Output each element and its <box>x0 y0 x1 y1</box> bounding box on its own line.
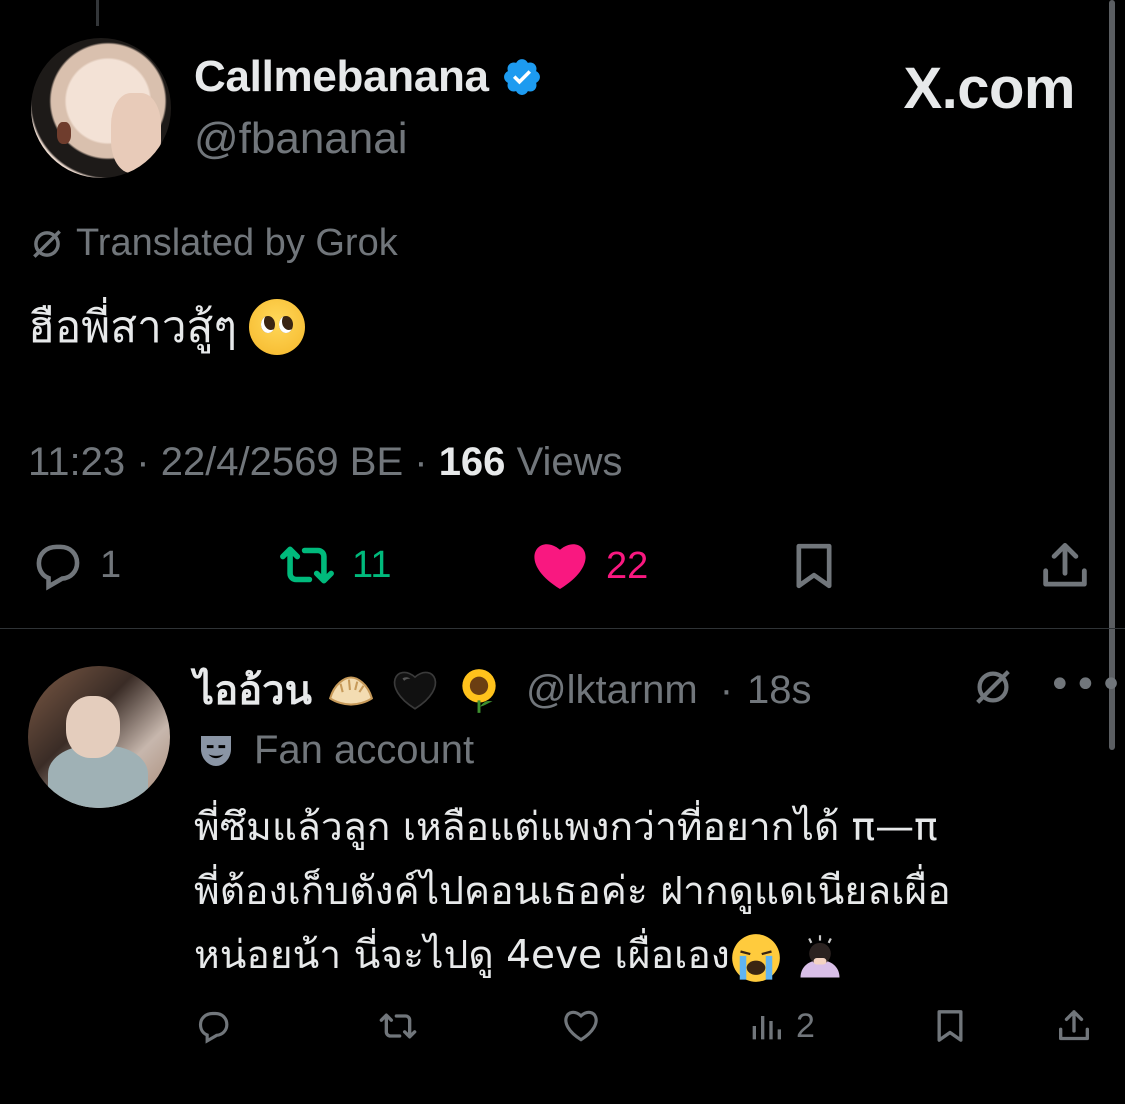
translated-by-grok[interactable]: Translated by Grok <box>28 222 398 265</box>
reply-line-1: พี่ซึมแล้วลูก เหลือแต่แพงกว่าที่อยากได้ … <box>194 805 938 850</box>
avatar-face <box>66 696 120 758</box>
share-icon <box>1059 1010 1089 1041</box>
reply-line-2: พี่ต้องเก็บตังค์ไปคอนเธอค่ะ ฝากดูแดเนียล… <box>194 869 951 914</box>
fan-account-badge: Fan account <box>196 728 474 773</box>
divider <box>0 628 1125 629</box>
reply-line-3: หน่อยน้า นี่จะไปดู 4eve เผื่อเอง <box>194 933 730 978</box>
author-display-name[interactable]: Callmebanana <box>194 52 489 102</box>
retweet-count: 11 <box>352 543 392 586</box>
reply-view-count: 2 <box>796 1006 815 1045</box>
reply-time[interactable]: 18s <box>747 668 812 713</box>
verified-badge-icon <box>503 59 540 95</box>
reply-count: 1 <box>100 543 122 586</box>
like-count: 22 <box>606 544 649 587</box>
bookmark-button[interactable] <box>786 536 842 596</box>
scrollbar[interactable] <box>1109 0 1115 750</box>
bookmark-icon <box>796 543 832 589</box>
reply-header: ไออ้วน @lktarnm · 18s <box>194 658 812 722</box>
reply-display-name[interactable]: ไออ้วน <box>194 658 312 722</box>
theater-mask-icon <box>201 735 231 766</box>
tweet-screen: Callmebanana @fbananai X.com Translated … <box>0 0 1125 1104</box>
tweet-meta: 11:23 · 22/4/2569 BE · 166 Views <box>28 440 623 485</box>
meta-separator: · <box>136 440 161 484</box>
reply-icon <box>198 1011 229 1044</box>
reply-bookmark-button[interactable] <box>930 1006 970 1046</box>
avatar-hand <box>111 93 161 173</box>
x-com-watermark: X.com <box>903 56 1075 121</box>
author-handle[interactable]: @fbananai <box>194 114 408 164</box>
avatar-earring <box>57 122 71 144</box>
views-label: Views <box>516 440 623 484</box>
reply-reply-button[interactable] <box>193 1006 233 1046</box>
sunflower-emoji-icon <box>462 669 496 713</box>
like-button[interactable]: 22 <box>528 536 648 596</box>
person-bowing-emoji-icon <box>800 934 840 977</box>
reply-like-button[interactable] <box>561 1006 601 1046</box>
views-bar-chart-icon <box>752 1016 781 1040</box>
loudly-crying-face-emoji-icon <box>732 933 780 982</box>
share-icon <box>1043 543 1087 587</box>
views-count: 166 <box>438 440 506 484</box>
reply-action-bar: 2 <box>0 1000 1125 1056</box>
share-button[interactable] <box>1036 536 1094 596</box>
retweet-icon <box>379 1013 417 1039</box>
retweet-button[interactable]: 11 <box>276 536 391 594</box>
grok-icon <box>33 229 61 258</box>
reply-separator: · <box>719 667 734 712</box>
retweet-icon <box>280 546 334 584</box>
thread-line <box>96 0 99 26</box>
reply-line-3-wrap: หน่อยน้า นี่จะไปดู 4eve เผื่อเอง <box>194 924 1094 988</box>
reply-text: พี่ซึมแล้วลูก เหลือแต่แพงกว่าที่อยากได้ … <box>194 796 1094 988</box>
more-options-icon[interactable]: ••• <box>1048 665 1125 705</box>
black-heart-emoji-icon <box>393 671 437 710</box>
dumpling-emoji-icon <box>328 676 374 706</box>
reply-button[interactable]: 1 <box>28 536 121 594</box>
author-name-row[interactable]: Callmebanana <box>194 52 543 102</box>
reply-share-button[interactable] <box>1054 1006 1094 1046</box>
heart-icon <box>534 544 586 589</box>
reply-icon <box>36 544 80 591</box>
tweet-time[interactable]: 11:23 <box>28 440 125 484</box>
tweet-text: ฮือพี่สาวสู้ๆ <box>28 292 306 362</box>
meta-separator: · <box>414 440 439 484</box>
tweet-date[interactable]: 22/4/2569 BE <box>161 440 403 484</box>
bookmark-icon <box>937 1010 963 1042</box>
reply-views-button[interactable]: 2 <box>746 1006 815 1046</box>
pleading-face-emoji-icon <box>249 299 306 355</box>
grok-icon[interactable] <box>970 664 1016 710</box>
tweet-body: ฮือพี่สาวสู้ๆ <box>28 302 238 353</box>
heart-outline-icon <box>564 1010 598 1042</box>
reply-avatar[interactable] <box>28 666 170 808</box>
reply-handle[interactable]: @lktarnm <box>526 668 698 713</box>
fan-account-label: Fan account <box>254 728 475 772</box>
translated-label: Translated by Grok <box>76 222 398 264</box>
avatar[interactable] <box>31 38 171 178</box>
reply-retweet-button[interactable] <box>378 1006 418 1046</box>
